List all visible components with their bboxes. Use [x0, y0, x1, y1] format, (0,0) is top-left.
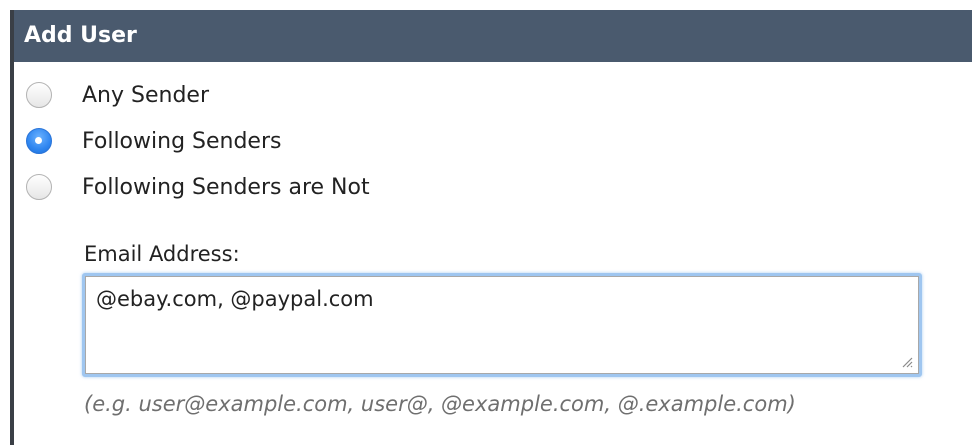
radio-button-following-senders[interactable]	[26, 128, 52, 154]
radio-button-any-sender[interactable]	[26, 82, 52, 108]
radio-any-sender[interactable]: Any Sender	[26, 78, 209, 112]
resize-grip-icon[interactable]	[901, 356, 913, 368]
add-user-panel: Add User Any Sender Following Senders Fo…	[10, 10, 972, 445]
radio-following-senders-are-not[interactable]: Following Senders are Not	[26, 170, 370, 204]
radio-label-following-senders: Following Senders	[82, 128, 282, 154]
radio-label-following-senders-are-not: Following Senders are Not	[82, 174, 370, 200]
email-address-label: Email Address:	[84, 242, 240, 266]
radio-label-any-sender: Any Sender	[82, 82, 209, 108]
email-address-field[interactable]: @ebay.com, @paypal.com	[85, 276, 919, 374]
email-format-hint: (e.g. user@example.com, user@, @example.…	[84, 392, 796, 416]
radio-button-following-senders-are-not[interactable]	[26, 174, 52, 200]
email-address-field-wrapper: @ebay.com, @paypal.com	[82, 273, 922, 377]
radio-following-senders[interactable]: Following Senders	[26, 124, 281, 158]
panel-title: Add User	[14, 10, 972, 62]
